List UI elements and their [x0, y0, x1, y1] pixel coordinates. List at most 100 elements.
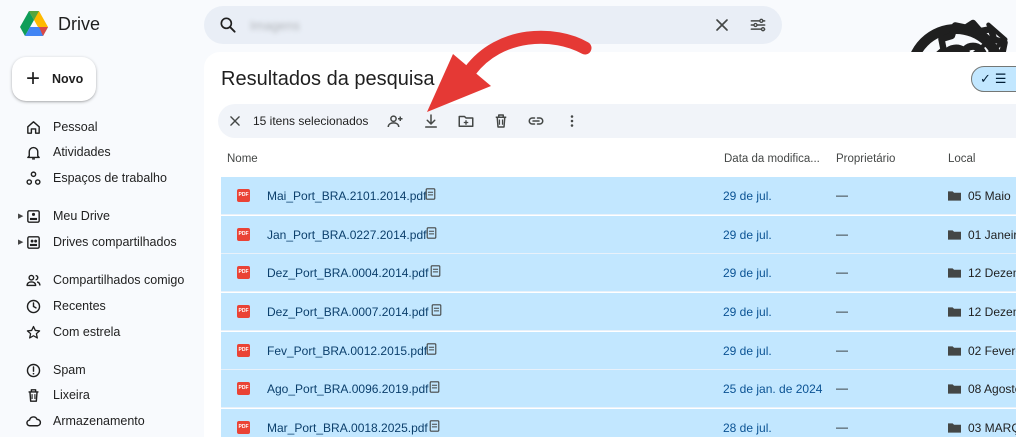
location[interactable]: 03 MARÇO: [968, 421, 1016, 435]
table-row[interactable]: PDF Mai_Port_BRA.2101.2014.pdf 29 de jul…: [221, 177, 1016, 215]
table-row[interactable]: PDF Ago_Port_BRA.0096.2019.pdf 25 de jan…: [221, 370, 1016, 408]
pdf-file-icon: PDF: [237, 344, 250, 357]
sidebar-item-label: Armazenamento: [53, 414, 145, 428]
selection-count: 15 itens selecionados: [253, 114, 369, 128]
modified-date: 29 de jul.: [723, 305, 772, 319]
location[interactable]: 02 Fevereiro: [968, 344, 1016, 358]
file-name[interactable]: Dez_Port_BRA.0004.2014.pdf: [267, 266, 428, 280]
pdf-file-icon: PDF: [237, 228, 250, 241]
app-name: Drive: [58, 13, 101, 34]
pdf-file-icon: PDF: [237, 382, 250, 395]
table-row[interactable]: PDF Mar_Port_BRA.0018.2025.pdf 28 de jul…: [221, 409, 1016, 437]
file-name[interactable]: Ago_Port_BRA.0096.2019.pdf: [267, 382, 428, 396]
owner: —: [836, 188, 848, 202]
file-name[interactable]: Mar_Port_BRA.0018.2025.pdf: [267, 421, 428, 435]
more-vert-icon[interactable]: [563, 112, 581, 130]
bell-icon: [27, 146, 40, 160]
modified-date: 28 de jul.: [723, 421, 772, 435]
column-header-modified[interactable]: Data da modifica...: [724, 153, 820, 165]
folder-icon: [948, 230, 961, 240]
expand-caret-icon[interactable]: ▶: [18, 238, 23, 246]
file-name[interactable]: Fev_Port_BRA.0012.2015.pdf: [267, 344, 427, 358]
sidebar-item-label: Meu Drive: [53, 209, 110, 223]
table-row[interactable]: PDF Dez_Port_BRA.0007.2014.pdf 29 de jul…: [221, 293, 1016, 331]
sidebar-item-label: Espaços de trabalho: [53, 171, 167, 185]
trash-icon: [28, 389, 39, 402]
modified-date: 29 de jul.: [723, 266, 772, 280]
star-icon: [26, 325, 41, 339]
download-icon[interactable]: [422, 112, 440, 130]
share-add-person-icon[interactable]: [386, 112, 404, 130]
pdf-file-icon: PDF: [237, 266, 250, 279]
file-name[interactable]: Jan_Port_BRA.0227.2014.pdf: [267, 228, 426, 242]
owner: —: [836, 381, 848, 395]
search-icon[interactable]: [218, 15, 238, 35]
workspaces-icon: [26, 171, 41, 185]
clear-search-icon[interactable]: [712, 15, 732, 35]
spam-icon: [26, 363, 41, 378]
expand-caret-icon[interactable]: ▶: [18, 212, 23, 220]
table-row[interactable]: PDF Dez_Port_BRA.0004.2014.pdf 29 de jul…: [221, 254, 1016, 292]
search-bar[interactable]: [204, 6, 782, 44]
people-icon: [26, 274, 41, 287]
location[interactable]: 12 Dezembro: [968, 266, 1016, 280]
sidebar-item-label: Pessoal: [53, 120, 98, 134]
pdf-file-icon: PDF: [237, 305, 250, 318]
home-icon: [27, 121, 40, 134]
shared-drives-icon: [27, 236, 40, 249]
folder-icon: [948, 384, 961, 394]
clock-icon: [26, 299, 41, 314]
modified-date: 29 de jul.: [723, 189, 772, 203]
owner: —: [836, 420, 848, 434]
location[interactable]: 08 Agosto: [968, 382, 1016, 396]
page-title: Resultados da pesquisa: [221, 68, 435, 90]
main-content: Resultados da pesquisa ✓ ☰ 15 itens sele…: [204, 52, 1016, 437]
sidebar-item-label: Lixeira: [53, 388, 90, 402]
new-button[interactable]: + Novo: [12, 57, 96, 101]
location[interactable]: 05 Maio: [968, 189, 1011, 203]
table-header: Nome Data da modifica... Proprietário Lo…: [221, 142, 1016, 176]
plus-icon: +: [26, 65, 41, 92]
file-name[interactable]: Mai_Port_BRA.2101.2014.pdf: [267, 189, 426, 203]
folder-icon: [948, 346, 961, 356]
file-name[interactable]: Dez_Port_BRA.0007.2014.pdf: [267, 305, 428, 319]
offline-available-icon: [429, 420, 440, 432]
offline-available-icon: [425, 188, 436, 200]
location[interactable]: 01 Janeiro: [968, 228, 1016, 242]
column-header-owner[interactable]: Proprietário: [836, 153, 895, 165]
sidebar-item-label: Recentes: [53, 299, 106, 313]
copy-link-icon[interactable]: [527, 112, 545, 130]
owner: —: [836, 343, 848, 357]
search-input[interactable]: [250, 13, 712, 37]
column-header-name[interactable]: Nome: [227, 153, 258, 165]
sidebar-item-label: Spam: [53, 363, 86, 377]
pdf-file-icon: PDF: [237, 421, 250, 434]
my-drive-icon: [27, 210, 40, 223]
folder-icon: [948, 191, 961, 201]
drive-logo[interactable]: Drive: [19, 10, 100, 38]
list-view-icon: ☰: [994, 71, 1007, 86]
location[interactable]: 12 Dezembro: [968, 305, 1016, 319]
search-options-icon[interactable]: [748, 15, 768, 35]
owner: —: [836, 227, 848, 241]
pdf-file-icon: PDF: [237, 189, 250, 202]
clear-selection-icon[interactable]: [228, 114, 242, 128]
column-header-location[interactable]: Local: [948, 153, 976, 165]
sidebar-item-label: Compartilhados comigo: [53, 273, 185, 287]
check-icon: ✓: [980, 71, 991, 86]
modified-date: 29 de jul.: [723, 344, 772, 358]
table-row[interactable]: PDF Jan_Port_BRA.0227.2014.pdf 29 de jul…: [221, 216, 1016, 254]
offline-available-icon: [426, 227, 437, 239]
modified-date: 25 de jan. de 2024: [723, 382, 823, 396]
folder-icon: [948, 307, 961, 317]
folder-icon: [948, 268, 961, 278]
sidebar-item-label: Com estrela: [53, 325, 121, 339]
offline-available-icon: [426, 343, 437, 355]
folder-icon: [948, 423, 961, 433]
move-to-folder-icon[interactable]: [457, 112, 475, 130]
delete-trash-icon[interactable]: [492, 112, 510, 130]
view-toggle-button[interactable]: ✓ ☰: [971, 66, 1016, 92]
cloud-icon: [26, 416, 42, 427]
table-row[interactable]: PDF Fev_Port_BRA.0012.2015.pdf 29 de jul…: [221, 332, 1016, 370]
offline-available-icon: [431, 304, 442, 316]
